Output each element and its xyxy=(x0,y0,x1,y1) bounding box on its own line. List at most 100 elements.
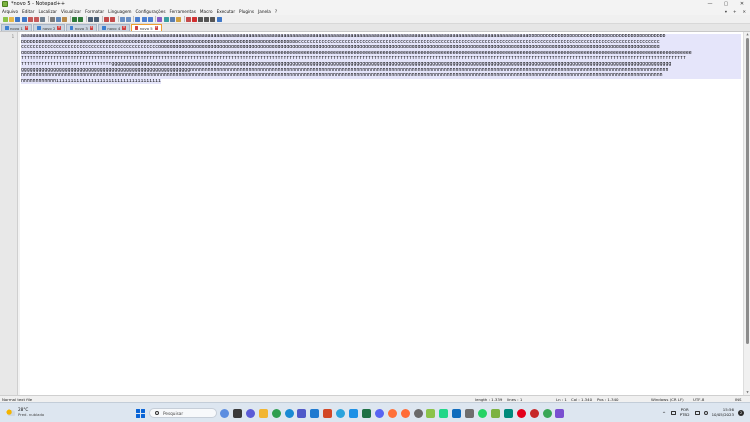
volume-icon[interactable] xyxy=(703,411,708,415)
doc-list-dropdown-icon[interactable]: ▾ xyxy=(725,9,727,14)
cut-icon[interactable] xyxy=(49,16,55,22)
record-macro-icon[interactable] xyxy=(191,16,197,22)
editor[interactable]: 1 aaaaaaaaaaaaaaaaaaaaaaaaaaaaaaaaaaaaaa… xyxy=(0,32,750,395)
file-explorer-icon[interactable] xyxy=(258,409,268,418)
menu-item[interactable]: Arquivo xyxy=(2,9,18,14)
tray-overflow-chevron-icon[interactable]: ^ xyxy=(662,411,665,416)
maximize-button[interactable]: ▢ xyxy=(718,0,734,8)
task-view-icon[interactable] xyxy=(232,409,242,418)
opera-icon[interactable] xyxy=(516,409,526,418)
tab-novo-1[interactable]: novo 1 ✕ xyxy=(1,24,33,31)
taskbar-search[interactable]: Pesquisar xyxy=(149,408,217,418)
copilot-icon[interactable] xyxy=(220,409,229,418)
paste-icon[interactable] xyxy=(62,16,68,22)
menu-item[interactable]: Macro xyxy=(200,9,213,14)
folder-workspace-icon[interactable] xyxy=(176,16,181,22)
tab-close-icon[interactable]: ✕ xyxy=(122,26,126,30)
sync-horizontal-icon[interactable] xyxy=(125,16,131,22)
find-icon[interactable] xyxy=(87,16,93,22)
meet-icon[interactable] xyxy=(503,409,513,418)
new-file-icon[interactable] xyxy=(3,16,8,22)
menu-item[interactable]: Plugins xyxy=(239,9,254,14)
excel-icon[interactable] xyxy=(361,409,371,418)
text-area[interactable]: aaaaaaaaaaaaaaaaaaaaaaaaaaaaaaaaaaaaaaaa… xyxy=(21,34,741,394)
antivirus-icon[interactable] xyxy=(529,409,539,418)
chrome-icon[interactable] xyxy=(271,409,281,418)
edge-icon[interactable] xyxy=(284,409,294,418)
stop-macro-icon[interactable] xyxy=(198,16,204,22)
menu-item[interactable]: Editar xyxy=(22,9,34,14)
tab-novo-5[interactable]: novo 5 ✕ xyxy=(130,24,163,31)
telegram-icon[interactable] xyxy=(336,409,346,418)
tab-close-icon[interactable]: ✕ xyxy=(89,26,94,30)
menu-item[interactable]: Localizar xyxy=(38,9,57,14)
input-language[interactable]: POR PTB2 xyxy=(680,408,690,417)
docker-icon[interactable] xyxy=(349,409,358,418)
store-icon[interactable] xyxy=(542,409,552,418)
minimize-button[interactable]: — xyxy=(702,0,718,8)
vscode-icon[interactable] xyxy=(310,409,320,418)
whatsapp-icon[interactable] xyxy=(478,409,487,418)
close-icon[interactable] xyxy=(27,16,33,22)
cloud-sync-icon[interactable] xyxy=(670,411,676,415)
scrollbar-thumb[interactable] xyxy=(746,38,749,344)
doc-map-icon[interactable] xyxy=(163,16,169,22)
sync-vertical-icon[interactable] xyxy=(119,16,125,22)
close-window-button[interactable]: ✕ xyxy=(734,0,750,8)
show-all-chars-icon[interactable] xyxy=(141,16,147,22)
clock[interactable]: 15:56 10/05/2023 xyxy=(712,408,734,417)
snipping-icon[interactable] xyxy=(555,409,565,418)
redo-icon[interactable] xyxy=(78,16,84,22)
notes-icon[interactable] xyxy=(465,409,475,418)
menu-item[interactable]: Janela xyxy=(258,9,271,14)
function-list-icon[interactable] xyxy=(169,16,175,22)
menu-item[interactable]: Ferramentas xyxy=(170,9,196,14)
menu-item[interactable]: Formatar xyxy=(85,9,104,14)
save-macro-icon[interactable] xyxy=(216,16,222,22)
close-doc-icon[interactable]: ✕ xyxy=(742,9,746,14)
weather-widget[interactable]: 28°C Pred. nublado xyxy=(6,407,44,417)
postman-icon[interactable] xyxy=(400,409,410,418)
run-macro-multiple-icon[interactable] xyxy=(210,16,216,22)
discord-icon[interactable] xyxy=(374,409,384,418)
notification-badge[interactable]: 2 xyxy=(738,410,744,416)
udl-icon[interactable] xyxy=(157,16,163,22)
print-icon[interactable] xyxy=(40,16,46,22)
tab-close-icon[interactable]: ✕ xyxy=(57,26,61,30)
save-all-icon[interactable] xyxy=(21,16,27,22)
menu-item[interactable]: Linguagem xyxy=(108,9,131,14)
menu-item[interactable]: ? xyxy=(275,9,277,14)
windows-start-icon[interactable] xyxy=(136,409,145,418)
open-folder-icon[interactable] xyxy=(9,16,15,22)
menu-item[interactable]: Visualizar xyxy=(61,9,81,14)
selected-text-line[interactable]: hhhhhhhhhhhhiiiiiiiiiiiiiiiiiiiiiiiiiiii… xyxy=(21,78,161,85)
powerpoint-icon[interactable] xyxy=(323,409,333,418)
pycharm-icon[interactable] xyxy=(439,409,449,418)
menu-item[interactable]: Configurações xyxy=(136,9,166,14)
new-doc-plus-icon[interactable]: + xyxy=(733,9,737,14)
zoom-in-icon[interactable] xyxy=(103,16,109,22)
undo-icon[interactable] xyxy=(71,16,77,22)
word-wrap-icon[interactable] xyxy=(135,16,141,22)
teams-icon[interactable] xyxy=(297,409,307,418)
notepadpp-icon[interactable] xyxy=(426,409,436,418)
scroll-up-arrow-icon[interactable]: ▲ xyxy=(744,32,750,37)
firefox-icon[interactable] xyxy=(387,409,397,418)
replace-icon[interactable] xyxy=(93,16,99,22)
vertical-scrollbar[interactable]: ▲ ▼ xyxy=(743,32,750,395)
close-all-icon[interactable] xyxy=(33,16,39,22)
tab-novo-4[interactable]: novo 4 ✕ xyxy=(98,24,130,31)
tab-novo-2[interactable]: novo 2 ✕ xyxy=(33,24,65,31)
monitoring-icon[interactable] xyxy=(185,16,191,22)
obs-icon[interactable] xyxy=(413,409,423,418)
tab-close-icon[interactable]: ✕ xyxy=(24,26,29,30)
play-macro-icon[interactable] xyxy=(204,16,210,22)
menu-item[interactable]: Executar xyxy=(217,9,235,14)
copy-icon[interactable] xyxy=(56,16,61,22)
tab-novo-3[interactable]: novo 3 ✕ xyxy=(65,24,98,31)
outlook-icon[interactable] xyxy=(452,409,462,418)
tab-close-icon[interactable]: ✕ xyxy=(154,26,159,30)
network-icon[interactable] xyxy=(694,411,700,415)
notepad-icon[interactable] xyxy=(490,409,500,418)
zoom-out-icon[interactable] xyxy=(109,16,115,22)
